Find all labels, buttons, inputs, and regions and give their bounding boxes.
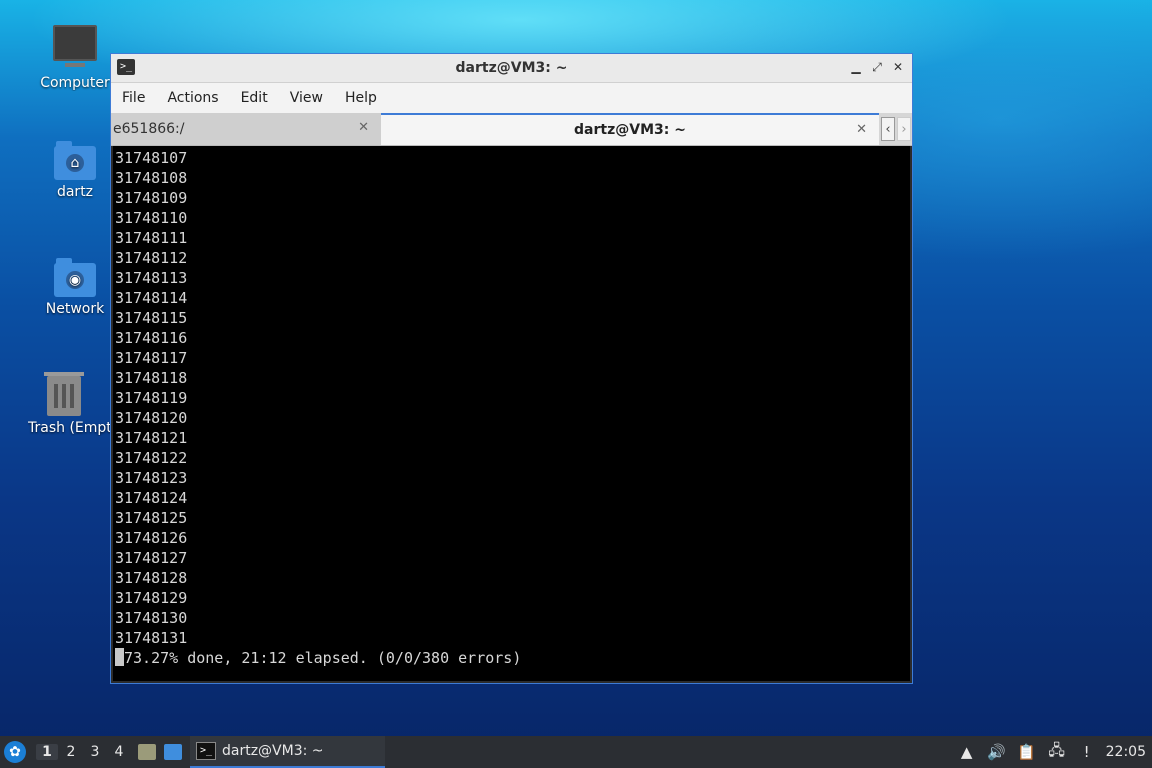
computer-icon xyxy=(53,25,97,67)
tab-local[interactable]: dartz@VM3: ~ ✕ xyxy=(381,113,879,145)
terminal-line: 31748111 xyxy=(115,229,188,247)
terminal-line: 31748130 xyxy=(115,609,188,627)
terminal-line: 31748112 xyxy=(115,249,188,267)
terminal-line: 31748118 xyxy=(115,369,188,387)
terminal-line: 31748126 xyxy=(115,529,188,547)
task-label: dartz@VM3: ~ xyxy=(222,743,324,759)
desktop-icon-trash[interactable]: Trash (Empty) xyxy=(18,372,110,436)
terminal-line: 31748110 xyxy=(115,209,188,227)
trash-icon xyxy=(44,372,84,416)
terminal-cursor xyxy=(115,648,124,666)
workspace-4[interactable]: 4 xyxy=(108,744,130,760)
menu-view[interactable]: View xyxy=(279,90,334,106)
tab-close-icon[interactable]: ✕ xyxy=(856,122,867,137)
network-folder-icon: ◉ xyxy=(54,258,96,297)
workspace-2[interactable]: 2 xyxy=(60,744,82,760)
tab-remote[interactable]: e651866:/ ✕ xyxy=(111,113,381,145)
window-title: dartz@VM3: ~ xyxy=(455,60,568,76)
tab-label: e651866:/ xyxy=(113,121,185,137)
terminal-line: 31748129 xyxy=(115,589,188,607)
terminal-icon: >_ xyxy=(117,59,135,75)
menu-actions[interactable]: Actions xyxy=(156,90,229,106)
tab-scroll-right-icon[interactable]: › xyxy=(897,117,911,141)
maximize-icon[interactable]: ⤢ xyxy=(869,59,885,75)
workspace-3[interactable]: 3 xyxy=(84,744,106,760)
taskbar: ✿ 1 2 3 4 >_ dartz@VM3: ~ ▲ 🔊 📋 🖧 ! 22:0… xyxy=(0,736,1152,768)
terminal-line: 31748114 xyxy=(115,289,188,307)
home-folder-icon: ⌂ xyxy=(54,141,96,180)
clipboard-icon[interactable]: 📋 xyxy=(1016,743,1038,761)
terminal-window: >_ dartz@VM3: ~ ▁ ⤢ ✕ File Actions Edit … xyxy=(110,53,913,684)
tray-expand-icon[interactable]: ▲ xyxy=(956,743,978,761)
terminal-line: 31748113 xyxy=(115,269,188,287)
terminal-line: 31748127 xyxy=(115,549,188,567)
terminal-icon: >_ xyxy=(196,742,216,760)
show-desktop-icon[interactable] xyxy=(164,744,182,760)
terminal-line: 31748109 xyxy=(115,189,188,207)
terminal-line: 31748124 xyxy=(115,489,188,507)
terminal-line: 31748116 xyxy=(115,329,188,347)
terminal-line: 31748121 xyxy=(115,429,188,447)
minimize-icon[interactable]: ▁ xyxy=(848,59,864,75)
terminal-output[interactable]: 31748107 31748108 31748109 31748110 31748111… xyxy=(113,146,910,681)
update-notifier-icon[interactable]: ! xyxy=(1076,743,1098,761)
status-text: 73.27% done, 21:12 elapsed. (0/0/380 err… xyxy=(124,649,522,667)
workspace-1[interactable]: 1 xyxy=(36,744,58,760)
terminal-line: 31748119 xyxy=(115,389,188,407)
terminal-line: 31748131 xyxy=(115,629,188,647)
taskbar-task-terminal[interactable]: >_ dartz@VM3: ~ xyxy=(190,736,385,768)
volume-icon[interactable]: 🔊 xyxy=(986,743,1008,761)
menu-bar: File Actions Edit View Help xyxy=(111,83,912,113)
terminal-line: 31748115 xyxy=(115,309,188,327)
tab-label: dartz@VM3: ~ xyxy=(574,122,686,138)
desktop-icon-label: Trash (Empty) xyxy=(28,420,110,436)
terminal-line: 31748125 xyxy=(115,509,188,527)
window-titlebar[interactable]: >_ dartz@VM3: ~ ▁ ⤢ ✕ xyxy=(111,54,912,83)
system-tray: ▲ 🔊 📋 🖧 ! 22:05 xyxy=(956,736,1152,768)
progress-status-line: 73.27% done, 21:12 elapsed. (0/0/380 err… xyxy=(115,648,910,668)
terminal-line: 31748123 xyxy=(115,469,188,487)
start-menu-icon[interactable]: ✿ xyxy=(4,741,26,763)
terminal-line: 31748108 xyxy=(115,169,188,187)
file-manager-icon[interactable] xyxy=(138,744,156,760)
menu-file[interactable]: File xyxy=(111,90,156,106)
menu-edit[interactable]: Edit xyxy=(230,90,279,106)
clock[interactable]: 22:05 xyxy=(1106,744,1146,760)
terminal-line: 31748120 xyxy=(115,409,188,427)
terminal-line: 31748117 xyxy=(115,349,188,367)
terminal-line: 31748107 xyxy=(115,149,188,167)
close-icon[interactable]: ✕ xyxy=(890,59,906,75)
tab-close-icon[interactable]: ✕ xyxy=(358,120,369,135)
tab-scroll-left-icon[interactable]: ‹ xyxy=(881,117,895,141)
network-icon[interactable]: 🖧 xyxy=(1046,740,1068,765)
menu-help[interactable]: Help xyxy=(334,90,388,106)
terminal-line: 31748122 xyxy=(115,449,188,467)
tab-bar: e651866:/ ✕ dartz@VM3: ~ ✕ ‹ › xyxy=(111,113,912,146)
terminal-line: 31748128 xyxy=(115,569,188,587)
